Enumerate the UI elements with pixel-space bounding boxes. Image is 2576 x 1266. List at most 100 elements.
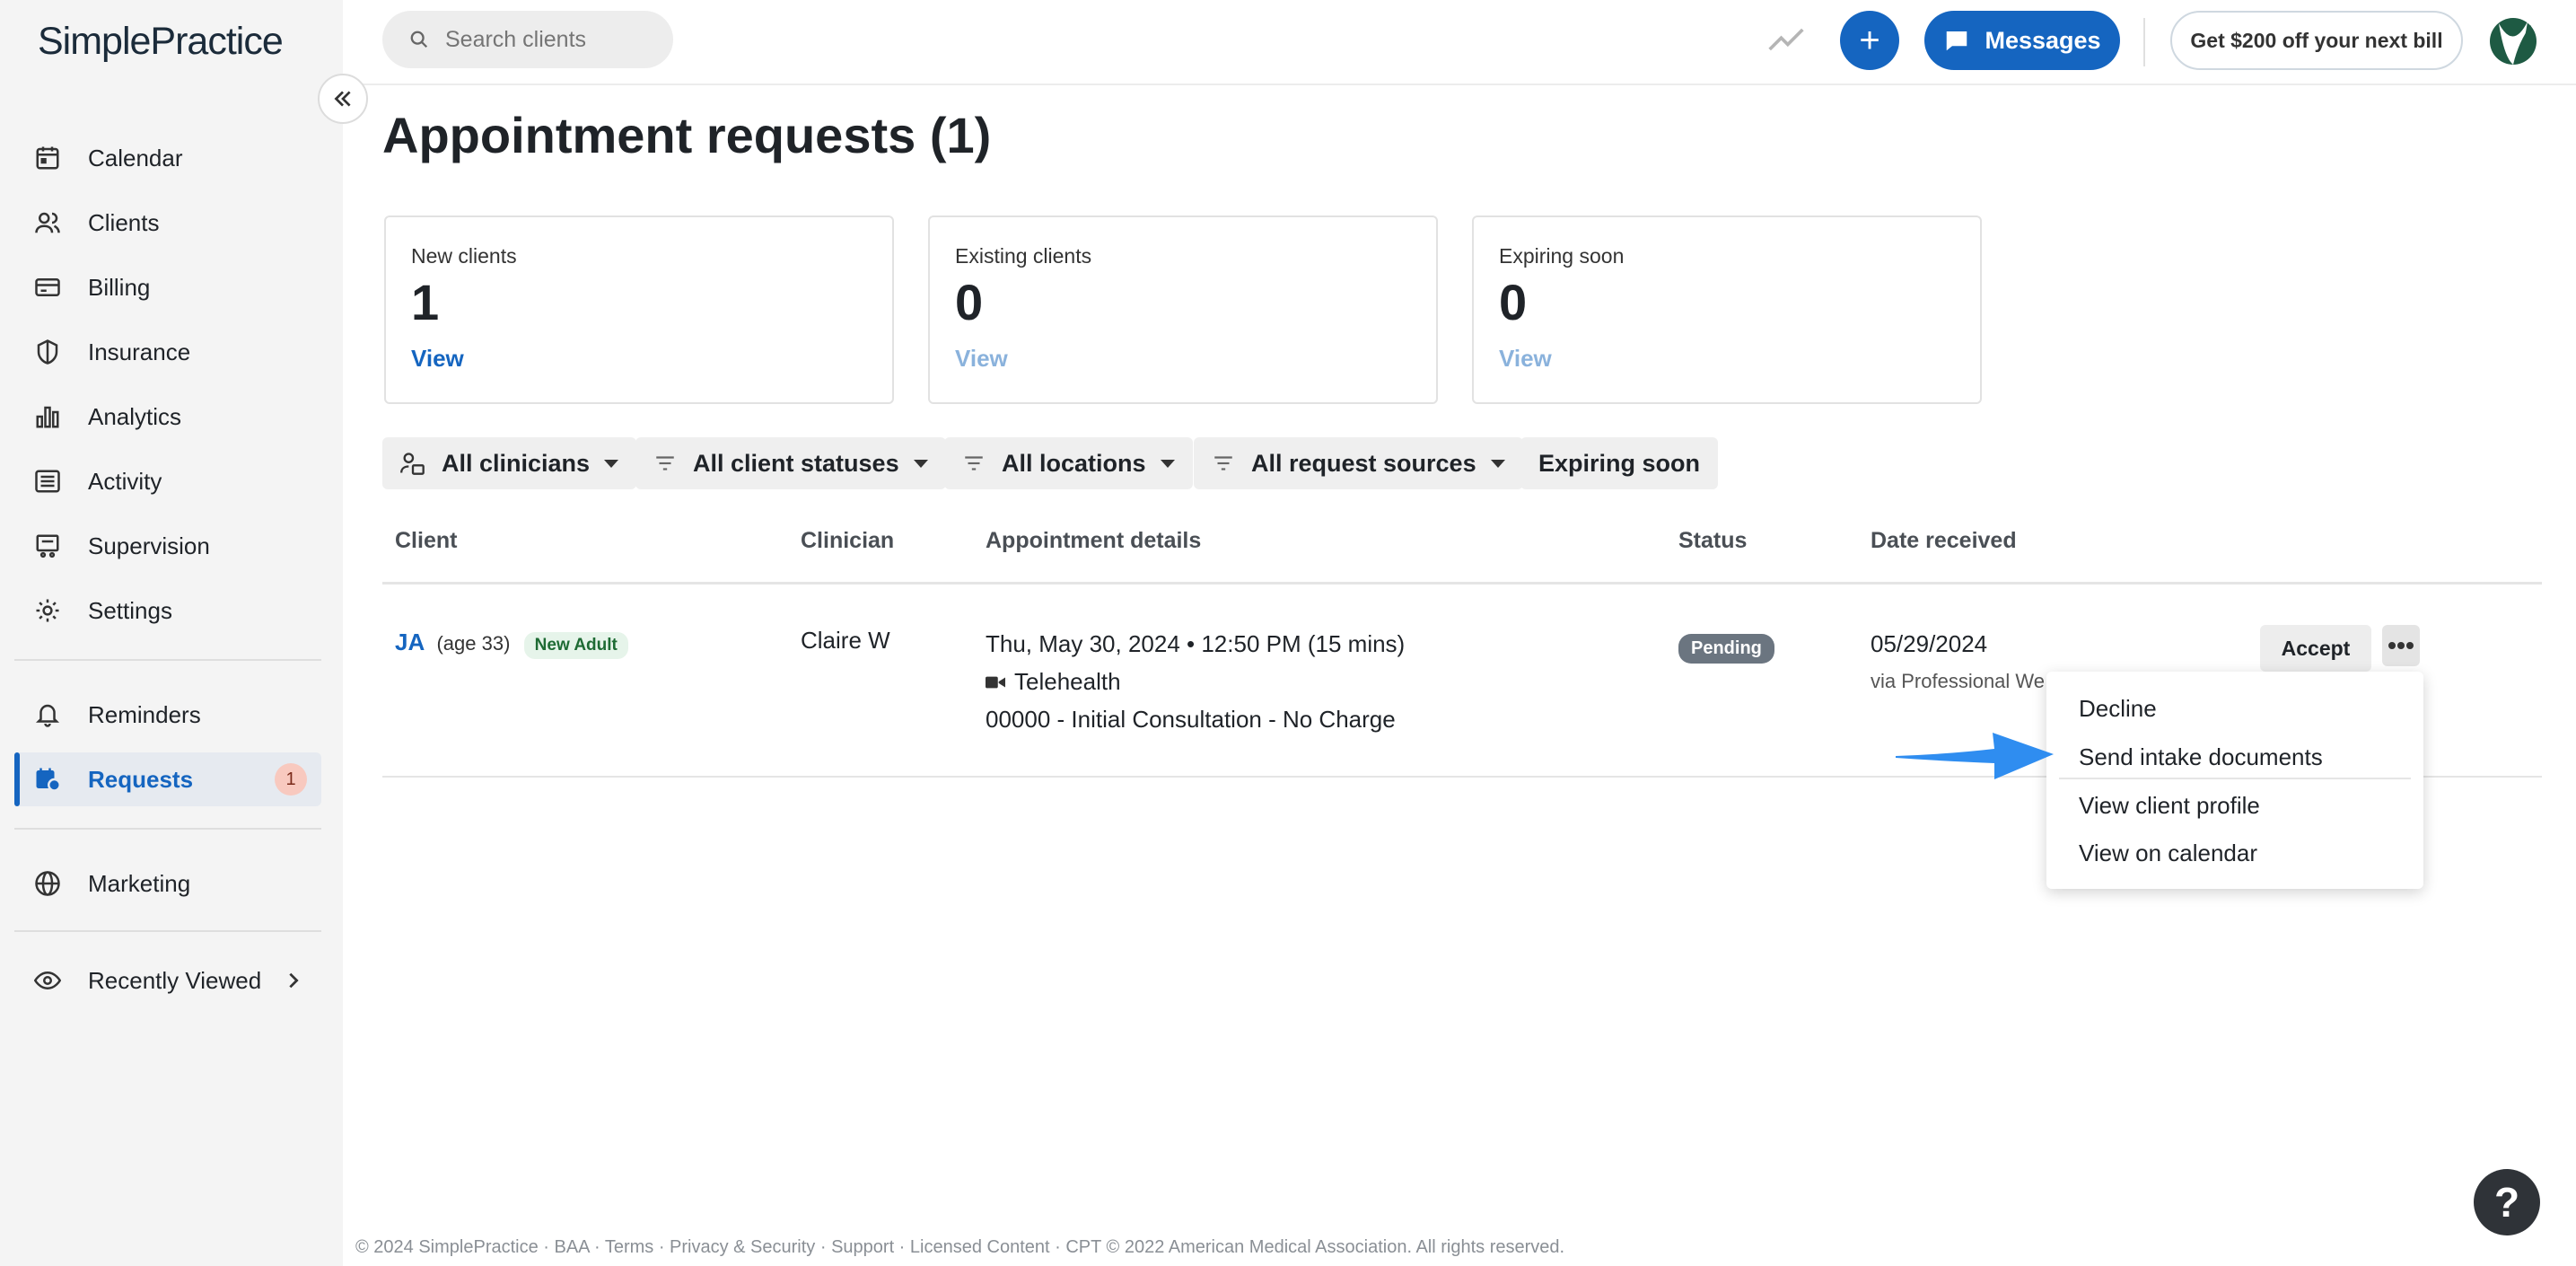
- filter-label: All locations: [1002, 449, 1146, 477]
- help-button[interactable]: ?: [2474, 1169, 2540, 1235]
- more-options-button[interactable]: [2382, 625, 2420, 666]
- list-icon: [32, 466, 63, 497]
- calendar-icon: [32, 143, 63, 173]
- topbar-divider: [2143, 18, 2145, 66]
- sidebar-item-label: Insurance: [88, 338, 191, 365]
- status-badge: Pending: [1678, 634, 1774, 664]
- bell-icon: [32, 699, 63, 730]
- menu-item-send-intake-documents[interactable]: Send intake documents: [2079, 743, 2323, 771]
- card-value: 1: [411, 274, 440, 330]
- appointment-location: Telehealth: [986, 668, 1121, 696]
- column-header-date-received[interactable]: Date received: [1871, 528, 2017, 554]
- gear-icon: [32, 595, 63, 626]
- client-name-link[interactable]: JA: [395, 629, 425, 655]
- column-header-status[interactable]: Status: [1678, 528, 1747, 554]
- page-title: Appointment requests (1): [382, 107, 992, 163]
- new-clients-card: New clients 1 View: [384, 215, 894, 404]
- sidebar-item-clients[interactable]: Clients: [14, 196, 321, 250]
- menu-item-view-on-calendar[interactable]: View on calendar: [2079, 840, 2257, 867]
- sidebar-item-label: Billing: [88, 273, 151, 301]
- sidebar-item-marketing[interactable]: Marketing: [14, 857, 321, 910]
- card-view-link[interactable]: View: [1499, 345, 1552, 373]
- card-label: Existing clients: [955, 244, 1092, 268]
- search-bar[interactable]: [382, 11, 673, 68]
- account-logo-icon[interactable]: [2486, 14, 2540, 68]
- sidebar-item-requests[interactable]: Requests 1: [14, 752, 321, 806]
- add-new-button[interactable]: +: [1840, 11, 1899, 70]
- users-icon: [32, 207, 63, 238]
- expiring-soon-card: Expiring soon 0 View: [1472, 215, 1982, 404]
- globe-icon: [32, 868, 63, 899]
- sidebar-item-label: Recently Viewed: [88, 966, 262, 994]
- caret-down-icon: [1490, 459, 1505, 468]
- promo-button[interactable]: Get $200 off your next bill: [2170, 11, 2463, 70]
- menu-divider: [2059, 778, 2411, 779]
- filter-client-statuses[interactable]: All client statuses: [635, 437, 946, 489]
- existing-clients-card: Existing clients 0 View: [928, 215, 1438, 404]
- sidebar-divider: [14, 659, 321, 661]
- column-header-appointment-details[interactable]: Appointment details: [986, 528, 1201, 554]
- sidebar-item-settings[interactable]: Settings: [14, 584, 321, 637]
- sidebar-item-billing[interactable]: Billing: [14, 260, 321, 314]
- card-view-link[interactable]: View: [411, 345, 464, 373]
- collapse-sidebar-button[interactable]: [318, 74, 368, 124]
- plus-icon: +: [1859, 20, 1880, 60]
- column-header-clinician[interactable]: Clinician: [801, 528, 894, 554]
- caret-down-icon: [913, 459, 928, 468]
- chevrons-left-icon: [331, 87, 355, 110]
- question-mark-icon: ?: [2493, 1179, 2520, 1226]
- card-view-link[interactable]: View: [955, 345, 1008, 373]
- filter-label: All request sources: [1251, 449, 1476, 477]
- filter-locations[interactable]: All locations: [944, 437, 1193, 489]
- app-logo[interactable]: SimplePractice: [38, 20, 284, 64]
- sidebar-item-label: Clients: [88, 208, 160, 236]
- table-header-divider: [382, 582, 2542, 585]
- requests-count-badge: 1: [275, 763, 307, 796]
- credit-card-icon: [32, 272, 63, 303]
- caret-down-icon: [604, 459, 619, 468]
- filter-clinicians[interactable]: All clinicians: [382, 437, 637, 489]
- trending-icon[interactable]: [1766, 20, 1806, 59]
- sidebar-item-label: Supervision: [88, 532, 210, 559]
- sidebar-item-insurance[interactable]: Insurance: [14, 325, 321, 379]
- card-value: 0: [955, 274, 984, 330]
- menu-item-decline[interactable]: Decline: [2079, 695, 2157, 723]
- filter-icon: [962, 452, 986, 475]
- pointer-arrow-icon: [1894, 724, 2055, 787]
- sidebar-item-supervision[interactable]: Supervision: [14, 519, 321, 573]
- search-icon: [409, 30, 429, 49]
- bar-chart-icon: [32, 401, 63, 432]
- calendar-request-icon: [32, 764, 63, 795]
- menu-item-view-client-profile[interactable]: View client profile: [2079, 792, 2260, 820]
- ellipsis-icon: [2388, 641, 2414, 650]
- card-label: New clients: [411, 244, 517, 268]
- sidebar-item-reminders[interactable]: Reminders: [14, 688, 321, 742]
- filter-expiring-soon[interactable]: Expiring soon: [1520, 437, 1719, 489]
- sidebar-item-analytics[interactable]: Analytics: [14, 390, 321, 444]
- clinician-icon: [400, 451, 425, 476]
- filter-icon: [1212, 452, 1235, 475]
- messages-button[interactable]: Messages: [1924, 11, 2120, 70]
- column-header-client[interactable]: Client: [395, 528, 457, 554]
- sidebar-item-activity[interactable]: Activity: [14, 454, 321, 508]
- sidebar-item-label: Reminders: [88, 700, 201, 728]
- sidebar-item-calendar[interactable]: Calendar: [14, 131, 321, 185]
- sidebar-item-label: Analytics: [88, 402, 182, 430]
- shield-icon: [32, 337, 63, 367]
- clinician-cell: Claire W: [801, 627, 890, 654]
- sidebar-item-label: Settings: [88, 596, 172, 624]
- messages-label: Messages: [1985, 26, 2101, 54]
- sidebar-divider: [14, 930, 321, 932]
- card-label: Expiring soon: [1499, 244, 1625, 268]
- accept-button[interactable]: Accept: [2260, 625, 2371, 672]
- client-cell: JA (age 33) New Adult: [395, 629, 628, 659]
- sidebar-item-recently-viewed[interactable]: Recently Viewed: [14, 954, 321, 1007]
- filter-label: All client statuses: [693, 449, 899, 477]
- search-input[interactable]: [445, 26, 661, 53]
- request-source: via Professional We: [1871, 670, 2046, 692]
- sidebar-item-label: Calendar: [88, 144, 183, 171]
- filter-request-sources[interactable]: All request sources: [1194, 437, 1523, 489]
- sidebar-item-label: Activity: [88, 467, 162, 495]
- chat-icon: [1943, 27, 1985, 54]
- filter-label: Expiring soon: [1538, 449, 1701, 477]
